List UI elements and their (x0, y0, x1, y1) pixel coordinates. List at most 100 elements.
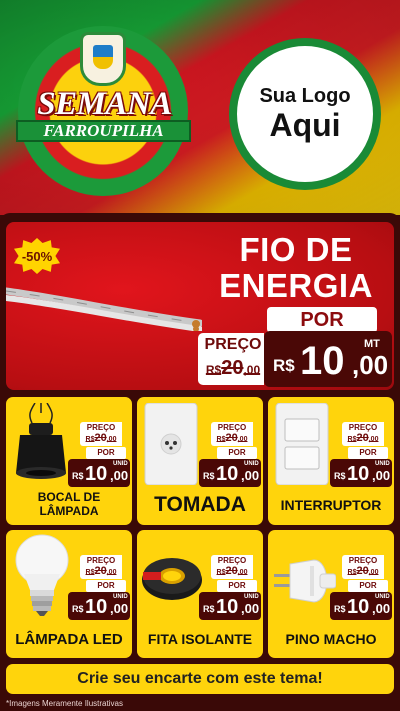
lamp-socket-image (16, 403, 66, 479)
por-label: POR (217, 447, 257, 459)
price-dec: ,00 (241, 468, 260, 483)
preco-label: PREÇO (217, 556, 247, 565)
product-name-line1: BOCAL DE (37, 490, 101, 504)
currency: R$ (203, 471, 215, 481)
featured-title-line1: FIO DE (239, 231, 353, 268)
price-int: 10 (85, 596, 108, 618)
price-int: 10 (347, 596, 370, 618)
featured-unit: MT (364, 338, 380, 350)
plug-image (274, 559, 336, 603)
old-dec: ,00 (237, 436, 248, 443)
product-card-interruptor: INTERRUPTOR PREÇO R$20,00 POR R$ 10 ,00 … (268, 397, 394, 525)
state-crest-icon (80, 32, 126, 86)
por-label: POR (348, 580, 388, 592)
product-name: LÂMPADA LED (15, 631, 123, 648)
price-int: 10 (85, 463, 108, 485)
old-int: 20 (356, 432, 369, 444)
featured-price-dec: ,00 (352, 350, 389, 380)
old-dec: ,00 (368, 436, 379, 443)
old-int: 20 (225, 432, 238, 444)
led-bulb-image (15, 534, 69, 616)
event-title-line2: FARROUPILHA (16, 120, 191, 142)
product-card-bocal: BOCAL DE LÂMPADA PREÇO R$20,00 POR R$ 10… (6, 397, 132, 525)
por-label: POR (348, 447, 388, 459)
old-price: R$20,00 (211, 565, 253, 577)
old-price: R$20,00 (80, 565, 122, 577)
product-name: INTERRUPTOR (280, 497, 382, 513)
old-price: R$20,00 (80, 432, 122, 444)
product-name: BOCAL DE LÂMPADA (6, 490, 132, 518)
old-dec: ,00 (368, 569, 379, 576)
product-name-line2: LÂMPADA (39, 504, 99, 518)
price-int: 10 (216, 596, 239, 618)
featured-price-int: 10 (300, 339, 345, 383)
price-int: 10 (347, 463, 370, 485)
price-box: R$ 10 ,00 UNID (199, 592, 261, 620)
unit: UNID (113, 594, 128, 600)
cta-banner[interactable]: Crie seu encarte com este tema! (6, 664, 394, 694)
outlet-image (144, 403, 198, 485)
product-card-tomada: TOMADA PREÇO R$20,00 POR R$ 10 ,00 UNID (137, 397, 263, 525)
price-dec: ,00 (241, 601, 260, 616)
product-name: FITA ISOLANTE (147, 631, 253, 647)
price-int: 10 (216, 463, 239, 485)
event-title-line1: SEMANA (37, 86, 172, 122)
old-int: 20 (356, 565, 369, 577)
product-name: PINO MACHO (285, 631, 377, 647)
unit: UNID (244, 461, 259, 467)
por-label: POR (86, 580, 126, 592)
tape-roll-image (142, 558, 202, 600)
price-box: R$ 10 ,00 UNID (68, 592, 130, 620)
old-dec: ,00 (237, 569, 248, 576)
featured-price-box: R$ 10 ,00 MT (264, 331, 392, 387)
price-dec: ,00 (110, 601, 129, 616)
old-price: R$20,00 (342, 565, 384, 577)
product-card-fita-isolante: FITA ISOLANTE PREÇO R$20,00 POR R$ 10 ,0… (137, 530, 263, 658)
price-dec: ,00 (372, 468, 391, 483)
currency: R$ (72, 604, 84, 614)
old-dec: ,00 (106, 436, 117, 443)
featured-old-price: R$20,00 (200, 357, 266, 380)
por-label: POR (217, 580, 257, 592)
currency: R$ (203, 604, 215, 614)
old-dec: ,00 (106, 569, 117, 576)
unit: UNID (244, 594, 259, 600)
preco-label: PREÇO (86, 556, 116, 565)
old-price: R$20,00 (342, 432, 384, 444)
currency: R$ (72, 471, 84, 481)
featured-product-title: FIO DE ENERGIA (206, 232, 386, 304)
product-card-pino-macho: PINO MACHO PREÇO R$20,00 POR R$ 10 ,00 U… (268, 530, 394, 658)
price-dec: ,00 (372, 601, 391, 616)
price-box: R$ 10 ,00 UNID (68, 459, 130, 487)
featured-old-int: 20 (221, 357, 244, 379)
featured-old-dec: ,00 (243, 363, 261, 377)
featured-por-label: POR (267, 307, 377, 333)
featured-preco-label: PREÇO (204, 336, 262, 353)
price-box: R$ 10 ,00 UNID (330, 459, 392, 487)
por-label: POR (86, 447, 126, 459)
preco-label: PREÇO (86, 423, 116, 432)
price-box: R$ 10 ,00 UNID (330, 592, 392, 620)
featured-title-line2: ENERGIA (219, 267, 373, 304)
price-dec: ,00 (110, 468, 129, 483)
product-card-lampada-led: LÂMPADA LED PREÇO R$20,00 POR R$ 10 ,00 … (6, 530, 132, 658)
preco-label: PREÇO (217, 423, 247, 432)
logo-text-line2: Aqui (269, 107, 341, 143)
currency: R$ (334, 471, 346, 481)
old-int: 20 (94, 565, 107, 577)
currency: R$ (334, 604, 346, 614)
featured-old-currency: R$ (205, 363, 222, 377)
preco-label: PREÇO (348, 423, 378, 432)
unit: UNID (113, 461, 128, 467)
logo-placeholder: Sua Logo Aqui (229, 38, 381, 190)
unit: UNID (375, 461, 390, 467)
featured-currency: R$ (273, 356, 295, 375)
product-name: TOMADA (154, 493, 246, 516)
unit: UNID (375, 594, 390, 600)
switch-image (275, 403, 329, 485)
wire-cable-image (6, 287, 202, 331)
price-box: R$ 10 ,00 UNID (199, 459, 261, 487)
old-price: R$20,00 (211, 432, 253, 444)
old-int: 20 (225, 565, 238, 577)
preco-label: PREÇO (348, 556, 378, 565)
